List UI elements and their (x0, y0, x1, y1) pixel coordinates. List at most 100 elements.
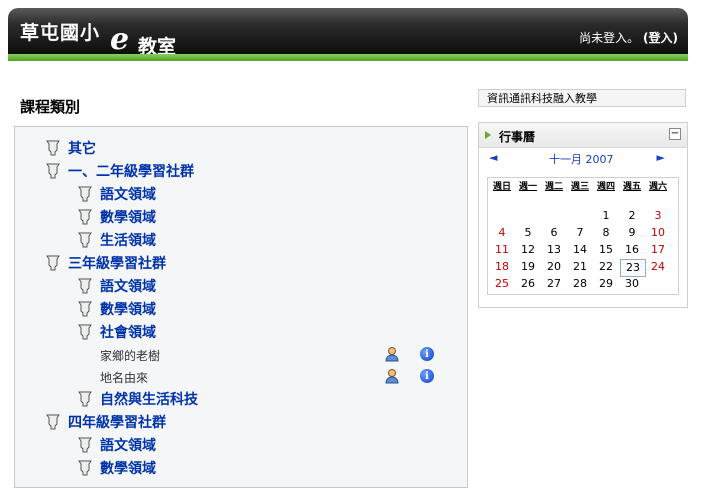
course-link[interactable]: 家鄉的老樹 (100, 347, 160, 364)
info-icon[interactable]: i (420, 347, 434, 361)
subcategory-language[interactable]: 語文領域 (78, 276, 156, 296)
calendar-day[interactable]: 29 (594, 276, 618, 292)
calendar-day[interactable]: 28 (568, 276, 592, 292)
category-grade-1-2[interactable]: 一、二年級學習社群 (46, 161, 194, 181)
category-label: 語文領域 (100, 187, 156, 203)
calendar-day[interactable]: 8 (594, 225, 618, 241)
site-header: 草屯國小 e 教室 尚未登入。 (登入) (8, 8, 688, 58)
calendar-header: 行事曆 − (479, 123, 687, 148)
category-icon (78, 437, 92, 453)
category-icon (78, 278, 92, 294)
calendar-day[interactable]: 15 (594, 242, 618, 258)
calendar-day[interactable]: 18 (490, 259, 514, 275)
calendar-title: 行事曆 (499, 130, 536, 144)
category-label: 三年級學習社群 (68, 256, 166, 272)
calendar-day[interactable]: 2 (620, 208, 644, 224)
calendar-day[interactable]: 11 (490, 242, 514, 258)
category-icon (78, 209, 92, 225)
weekday-fri: 週五 (622, 182, 641, 192)
category-icon (78, 391, 92, 407)
category-grade-3[interactable]: 三年級學習社群 (46, 253, 166, 273)
site-logo-e: e (110, 22, 130, 57)
calendar-day[interactable]: 5 (516, 225, 540, 241)
topic-link[interactable]: 資訊通訊科技融入教學 (478, 89, 686, 107)
course-categories-title: 課程類別 (20, 98, 81, 116)
category-label: 自然與生活科技 (100, 392, 198, 408)
course-icons: i (384, 346, 434, 362)
calendar-day[interactable]: 24 (646, 259, 670, 275)
category-label: 數學領域 (100, 210, 156, 226)
calendar-day[interactable]: 3 (646, 208, 670, 224)
subcategory-math[interactable]: 數學領域 (78, 207, 156, 227)
calendar-day[interactable]: 21 (568, 259, 592, 275)
weekday-sun: 週日 (492, 182, 511, 192)
category-label: 生活領域 (100, 233, 156, 249)
weekday-thu: 週四 (596, 182, 615, 192)
calendar-nav: ◄ 十一月 2007 ► (479, 151, 687, 167)
header-green-bar (8, 54, 688, 61)
category-label: 一、二年級學習社群 (68, 164, 194, 180)
teacher-icon[interactable] (384, 368, 400, 384)
calendar-month[interactable]: 十一月 2007 (549, 151, 614, 167)
calendar-day[interactable]: 30 (620, 276, 644, 292)
subcategory-science[interactable]: 自然與生活科技 (78, 389, 198, 409)
subcategory-social[interactable]: 社會領域 (78, 322, 156, 342)
calendar-block: 行事曆 − ◄ 十一月 2007 ► 週日 週一 週二 週三 週四 週五 週六 … (478, 122, 688, 308)
calendar-day[interactable]: 26 (516, 276, 540, 292)
category-icon (78, 301, 92, 317)
category-other[interactable]: 其它 (46, 138, 96, 158)
category-icon (46, 140, 60, 156)
login-status-text: 尚未登入。 (579, 31, 640, 45)
subcategory-language[interactable]: 語文領域 (78, 435, 156, 455)
calendar-day[interactable]: 10 (646, 225, 670, 241)
calendar-day[interactable]: 9 (620, 225, 644, 241)
collapse-icon[interactable]: − (669, 128, 681, 140)
site-logo-text: 草屯國小 (20, 22, 101, 44)
category-grade-4[interactable]: 四年級學習社群 (46, 412, 166, 432)
calendar-day[interactable]: 19 (516, 259, 540, 275)
calendar-day[interactable]: 14 (568, 242, 592, 258)
login-link[interactable]: (登入) (643, 31, 678, 45)
subcategory-life[interactable]: 生活領域 (78, 230, 156, 250)
calendar-day[interactable]: 16 (620, 242, 644, 258)
calendar-day[interactable]: 13 (542, 242, 566, 258)
category-icon (46, 414, 60, 430)
prev-month-button[interactable]: ◄ (489, 151, 497, 164)
category-icon (78, 186, 92, 202)
calendar-day[interactable]: 20 (542, 259, 566, 275)
calendar-day[interactable]: 6 (542, 225, 566, 241)
weekday-wed: 週三 (570, 182, 589, 192)
category-label: 四年級學習社群 (68, 415, 166, 431)
expand-arrow-icon (485, 131, 491, 139)
category-label: 語文領域 (100, 279, 156, 295)
calendar-day[interactable]: 27 (542, 276, 566, 292)
subcategory-math[interactable]: 數學領域 (78, 458, 156, 478)
category-label: 數學領域 (100, 461, 156, 477)
calendar-day[interactable]: 25 (490, 276, 514, 292)
category-icon (78, 232, 92, 248)
weekday-mon: 週一 (518, 182, 537, 192)
login-status: 尚未登入。 (登入) (579, 29, 678, 46)
weekday-tue: 週二 (544, 182, 563, 192)
calendar-day[interactable]: 4 (490, 225, 514, 241)
calendar-day[interactable]: 17 (646, 242, 670, 258)
calendar-day-today[interactable]: 23 (620, 259, 646, 277)
category-icon (78, 324, 92, 340)
category-icon (46, 163, 60, 179)
category-icon (78, 460, 92, 476)
calendar-day[interactable]: 7 (568, 225, 592, 241)
course-icons: i (384, 368, 434, 384)
calendar-day[interactable]: 1 (594, 208, 618, 224)
calendar-grid: 週日 週一 週二 週三 週四 週五 週六 1 2 3 4 5 6 7 8 9 1… (487, 177, 679, 295)
course-link[interactable]: 地名由來 (100, 369, 148, 386)
next-month-button[interactable]: ► (657, 151, 665, 164)
category-label: 語文領域 (100, 438, 156, 454)
calendar-day[interactable]: 22 (594, 259, 618, 275)
teacher-icon[interactable] (384, 346, 400, 362)
subcategory-language[interactable]: 語文領域 (78, 184, 156, 204)
subcategory-math[interactable]: 數學領域 (78, 299, 156, 319)
category-label: 其它 (68, 141, 96, 157)
category-label: 數學領域 (100, 302, 156, 318)
calendar-day[interactable]: 12 (516, 242, 540, 258)
info-icon[interactable]: i (420, 369, 434, 383)
